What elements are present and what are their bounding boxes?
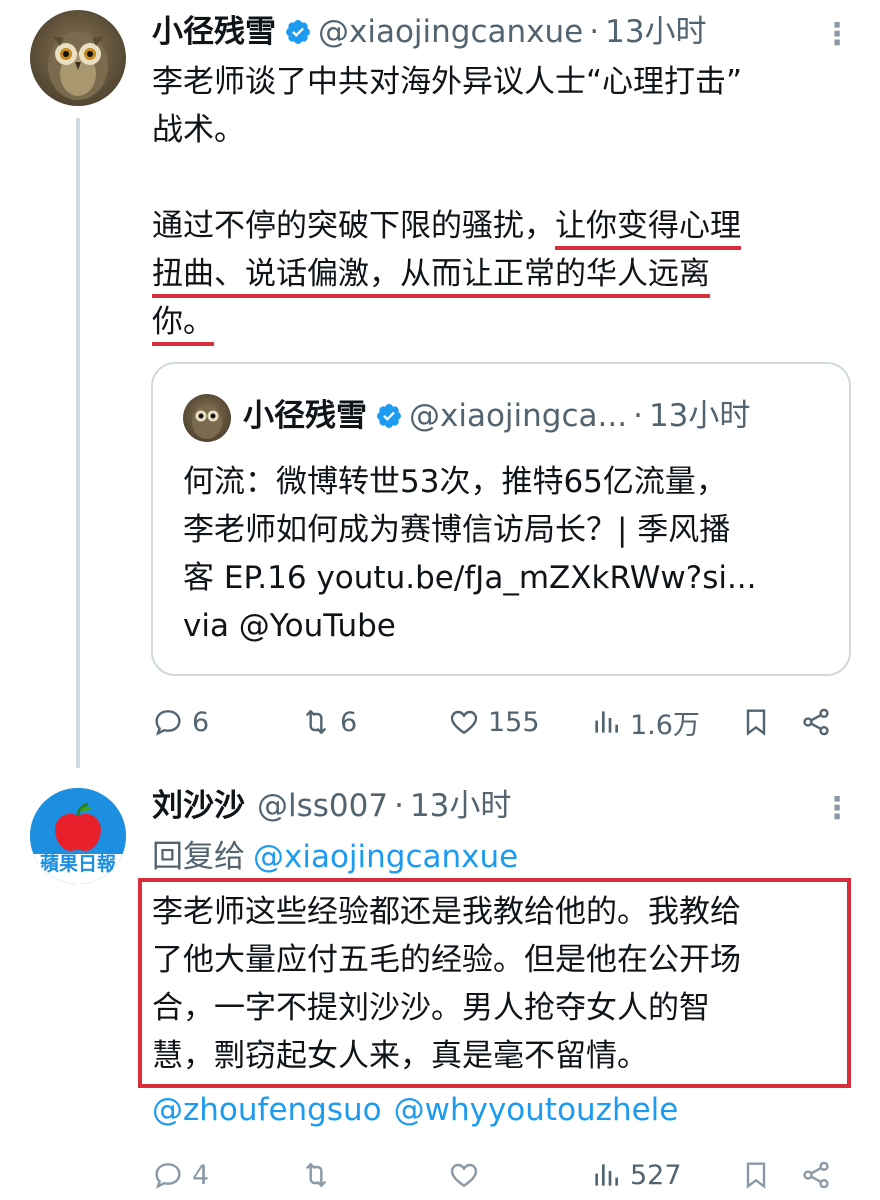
share-button[interactable] — [800, 706, 840, 738]
views-count: 527 — [630, 1159, 682, 1191]
share-icon — [803, 708, 829, 736]
views-count: 1.6万 — [630, 709, 700, 741]
views-button[interactable]: 527 — [590, 1159, 740, 1191]
views-icon — [595, 711, 618, 733]
avatar-text: 蘋果日報 — [39, 853, 116, 875]
separator-dot: · — [394, 788, 404, 824]
reply-button[interactable]: 6 — [152, 706, 300, 738]
quote-text-line: 客 EP.16 youtu.be/fJa_mZXkRWw?si... — [183, 560, 757, 596]
retweet-button[interactable]: 6 — [300, 706, 448, 738]
display-name[interactable]: 刘沙沙 — [152, 786, 245, 826]
retweet-icon — [305, 709, 327, 735]
avatar[interactable]: 蘋果日報 — [30, 788, 126, 884]
tweet-text-line: 合，一字不提刘沙沙。男人抢夺女人的智 — [152, 990, 710, 1026]
views-button[interactable]: 1.6万 — [590, 703, 740, 742]
highlight-underline: 扭曲、说话偏激，从而让正常的华人远离 — [152, 256, 710, 298]
share-button[interactable] — [800, 1159, 840, 1191]
display-name[interactable]: 小径残雪 — [152, 12, 276, 52]
retweet-count: 6 — [340, 706, 358, 738]
like-button[interactable]: 155 — [448, 706, 590, 738]
bookmark-icon — [746, 709, 766, 736]
bookmark-button[interactable] — [740, 706, 800, 738]
quote-display-name: 小径残雪 — [243, 398, 367, 434]
tweet-text-line: 战术。 — [152, 112, 245, 148]
verified-badge-icon — [286, 20, 310, 44]
mention-link[interactable]: @zhoufengsuo — [152, 1092, 382, 1128]
quote-text: 何流：微博转世53次，推特65亿流量， 李老师如何成为赛博信访局长？| 季风播 … — [183, 458, 833, 650]
quote-header: 小径残雪 @xiaojingca... · 13小时 — [243, 396, 750, 436]
action-bar: 6 6 155 1.6万 — [152, 702, 842, 742]
quoted-tweet-card[interactable]: 小径残雪 @xiaojingca... · 13小时 何流：微博转世53次，推特… — [151, 362, 851, 676]
verified-badge-icon — [377, 404, 401, 428]
retweet-icon — [305, 1162, 327, 1188]
tweet-text-line: 通过不停的突破下限的骚扰，让你变得心理 — [152, 202, 852, 250]
quote-text-line: via @YouTube — [183, 608, 396, 644]
reply-count: 4 — [192, 1159, 210, 1191]
tweet-text-line: 了他大量应付五毛的经验。但是他在公开场 — [152, 942, 741, 978]
views-icon — [595, 1164, 618, 1186]
like-count: 155 — [488, 706, 540, 738]
more-options-icon[interactable]: ⋮ — [822, 20, 852, 50]
separator-dot: · — [633, 398, 643, 434]
quote-handle: @xiaojingca... — [409, 398, 628, 434]
timestamp[interactable]: 13小时 — [410, 786, 511, 826]
tweet-text-line: 李老师这些经验都还是我教给他的。我教给 — [152, 894, 741, 930]
mentions: @zhoufengsuo @whyyoutouzhele — [152, 1090, 678, 1130]
quote-text-line: 李老师如何成为赛博信访局长？| 季风播 — [183, 512, 731, 548]
reply-to-handle-link[interactable]: @xiaojingcanxue — [253, 839, 518, 875]
tweet-text-line: 扭曲、说话偏激，从而让正常的华人远离 — [152, 250, 852, 298]
avatar[interactable] — [30, 10, 126, 106]
tweet-text-line: 你。 — [152, 298, 852, 346]
handle[interactable]: @lss007 — [257, 786, 388, 826]
bookmark-icon — [746, 1162, 766, 1189]
tweet-text: 李老师谈了中共对海外异议人士“心理打击” 战术。 通过不停的突破下限的骚扰，让你… — [152, 58, 852, 346]
quote-avatar — [183, 394, 231, 442]
reply-label: 回复给 — [152, 839, 245, 875]
tweet-text-line: 李老师谈了中共对海外异议人士“心理打击” — [152, 64, 743, 100]
heart-icon — [450, 710, 478, 735]
reply-icon — [155, 710, 181, 736]
more-options-icon[interactable]: ⋮ — [822, 794, 852, 824]
bookmark-button[interactable] — [740, 1159, 800, 1191]
separator-dot: · — [589, 14, 600, 50]
timestamp[interactable]: 13小时 — [605, 12, 706, 52]
tweet-header: 小径残雪 @xiaojingcanxue · 13小时 — [152, 12, 707, 52]
like-button[interactable] — [448, 1159, 590, 1191]
reply-context: 回复给 @xiaojingcanxue — [152, 835, 518, 879]
action-bar: 4 527 — [152, 1155, 842, 1195]
reply-icon — [155, 1163, 181, 1189]
quote-timestamp: 13小时 — [648, 398, 751, 434]
reply-button[interactable]: 4 — [152, 1159, 300, 1191]
highlight-underline: 让你变得心理 — [555, 208, 741, 250]
tweet-text-line: 慧，剽窃起女人来，真是毫不留情。 — [152, 1038, 648, 1074]
highlight-underline: 你。 — [152, 304, 214, 346]
share-icon — [803, 1161, 829, 1189]
heart-icon — [450, 1163, 478, 1188]
tweet-header: 刘沙沙 @lss007 · 13小时 — [152, 786, 511, 826]
reply-count: 6 — [192, 706, 210, 738]
quote-text-line: 何流：微博转世53次，推特65亿流量， — [183, 464, 727, 500]
retweet-button[interactable] — [300, 1159, 448, 1191]
mention-link[interactable]: @whyyoutouzhele — [394, 1092, 679, 1128]
thread-line — [76, 118, 80, 768]
handle[interactable]: @xiaojingcanxue — [318, 12, 583, 52]
tweet-text: 李老师这些经验都还是我教给他的。我教给 了他大量应付五毛的经验。但是他在公开场 … — [152, 888, 842, 1080]
